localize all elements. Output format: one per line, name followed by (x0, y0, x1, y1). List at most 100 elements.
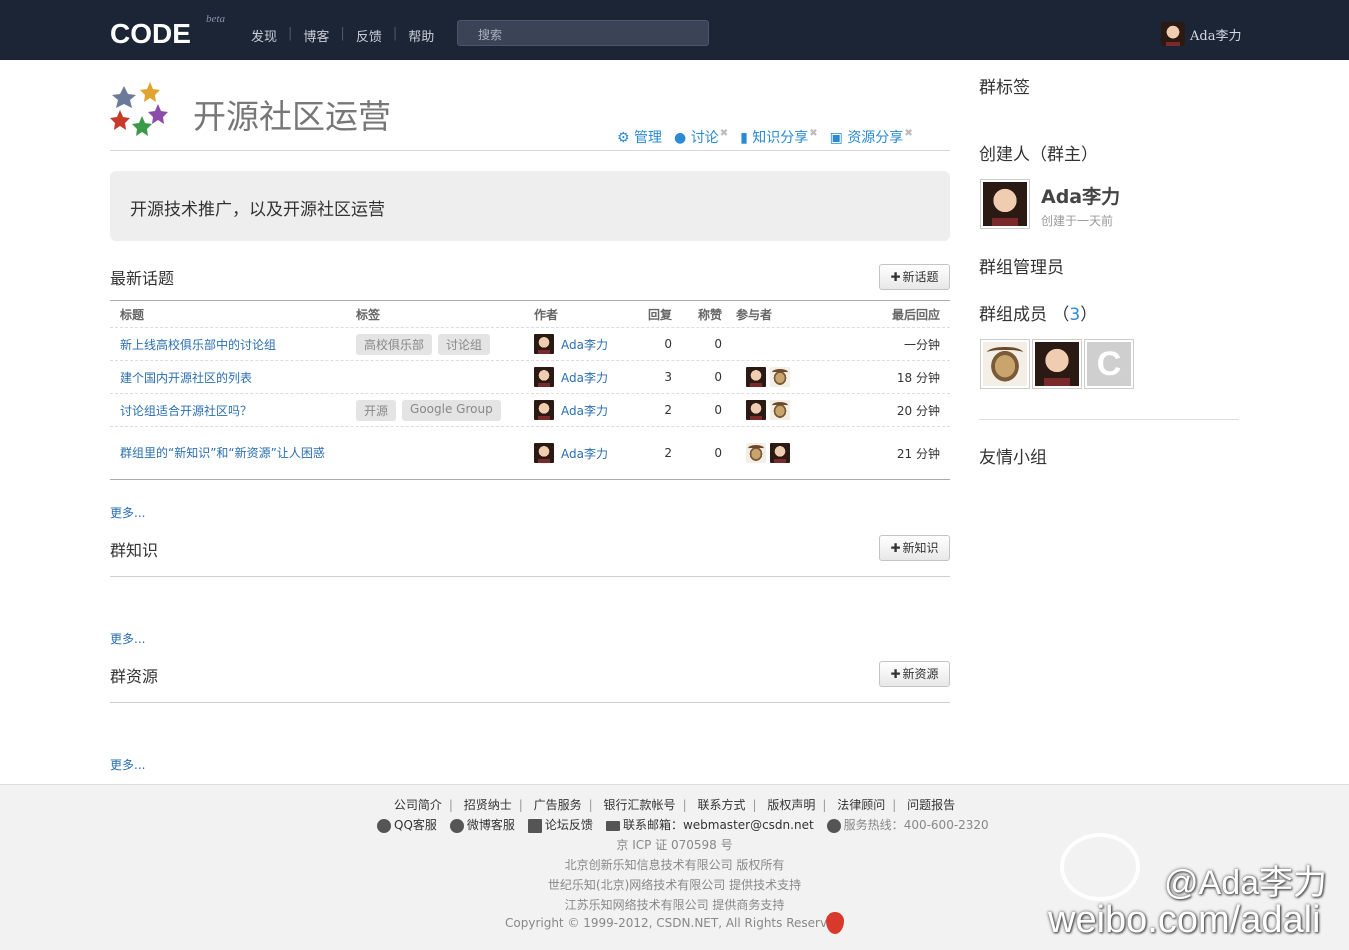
nav-help[interactable]: 帮助 (408, 26, 434, 45)
topic-link[interactable]: 讨论组适合开源社区吗？ (120, 404, 252, 418)
topics-table: 标题 标签 作者 回复 称赞 参与者 最后回应 新上线高校俱乐部中的讨论组 高校… (110, 300, 950, 480)
tag[interactable]: 讨论组 (438, 333, 491, 355)
author-avatar[interactable] (534, 400, 554, 420)
tag[interactable]: Google Group (402, 399, 501, 421)
nav-feedback[interactable]: 反馈 (356, 26, 382, 45)
tag[interactable]: 高校俱乐部 (356, 333, 433, 355)
forum-icon (527, 818, 542, 833)
creator-title: 创建人（群主） (979, 145, 1098, 165)
tag[interactable]: 开源 (356, 399, 397, 421)
weibo-support[interactable]: 微博客服 (449, 816, 515, 833)
footer-link[interactable]: 招贤纳士 (464, 798, 512, 812)
author-avatar[interactable] (534, 443, 554, 463)
member-avatar[interactable] (980, 339, 1030, 389)
code-logo[interactable]: CODE (110, 18, 191, 50)
user-name: Ada李力 (1190, 28, 1242, 44)
knowledge-more-link[interactable]: 更多... (110, 630, 145, 647)
last-reply-time: 一分钟 (903, 337, 940, 352)
col-participants: 参与者 (736, 307, 773, 322)
topics-title: 最新话题 (110, 269, 175, 288)
group-logo (110, 80, 170, 140)
nav-blog[interactable]: 博客 (303, 26, 329, 45)
top-bar: CODE beta 发现 | 博客 | 反馈 | 帮助 搜索 Ada李力 (0, 0, 1349, 60)
qq-support[interactable]: QQ客服 (377, 816, 437, 833)
footer-link[interactable]: 银行汇款帐号 (604, 798, 676, 812)
main-nav: 发现 | 博客 | 反馈 | 帮助 (251, 26, 435, 45)
book-icon: ▮ (740, 130, 753, 146)
participant-avatar[interactable] (746, 400, 766, 420)
author-link[interactable]: Ada李力 (561, 369, 608, 386)
topic-link[interactable]: 建个国内开源社区的列表 (120, 371, 252, 385)
creator-avatar[interactable] (980, 179, 1030, 229)
new-knowledge-button[interactable]: ✚ 新知识 (879, 535, 950, 561)
resources-more-link[interactable]: 更多... (110, 756, 145, 773)
last-reply-time: 18 分钟 (896, 370, 940, 385)
police-badge-icon[interactable] (826, 912, 844, 934)
creator-name[interactable]: Ada李力 (1041, 182, 1120, 209)
new-resource-button[interactable]: ✚ 新资源 (879, 661, 950, 687)
member-avatar[interactable] (1084, 339, 1134, 389)
topic-link[interactable]: 群组里的“新知识”和“新资源”让人困惑 (120, 446, 325, 460)
reply-count: 0 (664, 337, 672, 351)
author-link[interactable]: Ada李力 (561, 445, 608, 462)
plus-icon: ✚ (890, 270, 901, 284)
topics-more-link[interactable]: 更多... (110, 504, 145, 521)
member-avatar[interactable] (1032, 339, 1082, 389)
divider (110, 150, 950, 151)
author-avatar[interactable] (534, 334, 554, 354)
footer-link[interactable]: 广告服务 (534, 798, 582, 812)
footer-link[interactable]: 公司简介 (394, 798, 442, 812)
footer-link[interactable]: 版权声明 (767, 798, 815, 812)
like-count: 0 (714, 337, 722, 351)
author-avatar[interactable] (534, 367, 554, 387)
contact-email: 联系邮箱：webmaster@csdn.net (605, 816, 814, 833)
col-likes: 称赞 (697, 307, 722, 322)
last-reply-time: 21 分钟 (896, 446, 940, 461)
nav-discover[interactable]: 发现 (251, 26, 277, 45)
like-count: 0 (714, 403, 722, 417)
footer-links: 公司简介 | 招贤纳士 | 广告服务 | 银行汇款帐号 | 联系方式 | 版权声明 | 法律… (393, 798, 956, 812)
topic-link[interactable]: 新上线高校俱乐部中的讨论组 (120, 338, 276, 352)
close-icon[interactable]: ✖ (904, 128, 912, 139)
gear-icon: ⚙ (617, 130, 635, 146)
tab-manage[interactable]: ⚙ 管理 (617, 127, 662, 147)
weibo-icon (449, 818, 464, 833)
reply-count: 3 (664, 370, 672, 384)
author-link[interactable]: Ada李力 (561, 336, 608, 353)
tab-knowledge[interactable]: ▮ 知识分享✖ (740, 127, 818, 147)
reply-count: 2 (664, 446, 672, 460)
participant-avatar[interactable] (746, 367, 766, 387)
last-reply-time: 20 分钟 (896, 403, 940, 418)
tab-resources[interactable]: ▣ 资源分享✖ (830, 127, 913, 147)
forum-feedback[interactable]: 论坛反馈 (527, 816, 593, 833)
author-link[interactable]: Ada李力 (561, 402, 608, 419)
mail-icon (605, 820, 620, 831)
footer-link[interactable]: 法律顾问 (837, 798, 885, 812)
search-input[interactable]: 搜索 (457, 20, 709, 46)
close-icon[interactable]: ✖ (720, 128, 728, 139)
participants (724, 367, 824, 387)
new-topic-button[interactable]: ✚ 新话题 (879, 264, 950, 290)
member-count[interactable]: 3 (1069, 305, 1080, 325)
participant-avatar[interactable] (770, 367, 790, 387)
watermark-url: weibo.com/adali (1048, 899, 1321, 941)
footer-link[interactable]: 联系方式 (697, 798, 745, 812)
footer-contact: QQ客服 微博客服 论坛反馈 联系邮箱：webmaster@csdn.net 服… (377, 816, 1002, 833)
tab-discussion[interactable]: ● 讨论✖ (674, 127, 728, 147)
plus-icon: ✚ (890, 667, 901, 681)
footer-link[interactable]: 问题报告 (907, 798, 955, 812)
comments-icon: ● (674, 130, 691, 146)
close-icon[interactable]: ✖ (809, 128, 817, 139)
group-tags-title: 群标签 (979, 78, 1030, 98)
participant-avatar[interactable] (770, 400, 790, 420)
participant-avatar[interactable] (746, 443, 766, 463)
participant-avatar[interactable] (770, 443, 790, 463)
watermark-name: @Ada李力 (1164, 864, 1328, 902)
members-title: 群组成员 （3） (979, 305, 1098, 325)
group-tabs: ⚙ 管理 ● 讨论✖ ▮ 知识分享✖ ▣ 资源分享✖ (617, 127, 925, 147)
copyright: Copyright © 1999-2012, CSDN.NET, All Rig… (505, 916, 843, 930)
user-menu[interactable]: Ada李力 (1161, 22, 1241, 46)
col-title[interactable]: 标题 (110, 306, 348, 323)
participants (724, 443, 824, 463)
divider (110, 576, 950, 577)
